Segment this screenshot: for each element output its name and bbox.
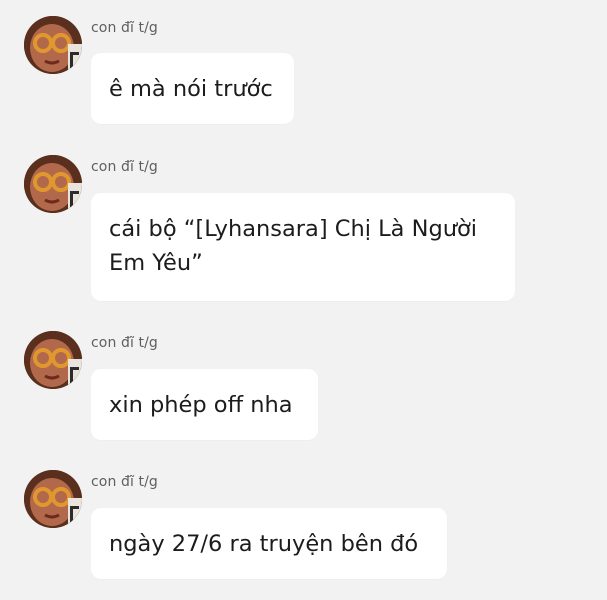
message-bubble[interactable]: ngày 27/6 ra truyện bên đó — [91, 508, 447, 579]
message-bubble[interactable]: xin phép off nha — [91, 369, 318, 440]
user-avatar-icon — [24, 331, 82, 389]
user-avatar-icon — [24, 16, 82, 74]
sender-name: con đĩ t/g — [91, 474, 158, 490]
avatar[interactable] — [24, 155, 82, 213]
sender-name: con đĩ t/g — [91, 159, 158, 175]
user-avatar-icon — [24, 155, 82, 213]
user-avatar-icon — [24, 470, 82, 528]
sender-name: con đĩ t/g — [91, 20, 158, 36]
message-bubble[interactable]: ê mà nói trước — [91, 53, 294, 124]
avatar[interactable] — [24, 470, 82, 528]
sender-name: con đĩ t/g — [91, 335, 158, 351]
message-bubble[interactable]: cái bộ “[Lyhansara] Chị Là Người Em Yêu” — [91, 193, 515, 301]
avatar[interactable] — [24, 16, 82, 74]
avatar[interactable] — [24, 331, 82, 389]
